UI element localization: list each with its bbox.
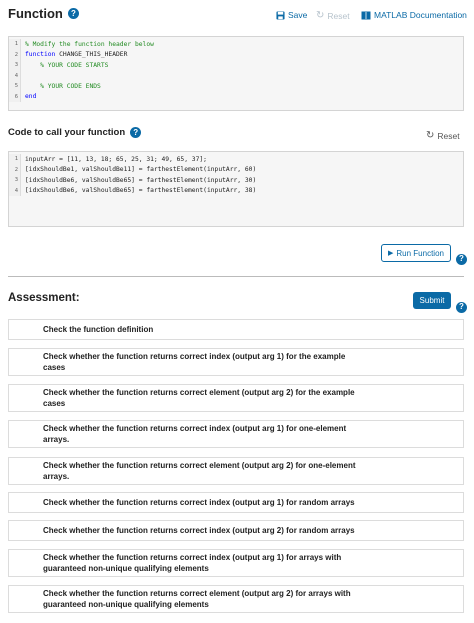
line-number: 3 xyxy=(9,60,21,71)
code-text: inputArr = [11, 13, 18; 65, 25, 31; 49, … xyxy=(21,156,207,163)
code-text: % YOUR CODE ENDS xyxy=(21,83,101,90)
line-number: 2 xyxy=(9,49,21,60)
run-function-button[interactable]: ▶ Run Function xyxy=(381,244,451,262)
check-label: Check whether the function returns corre… xyxy=(43,424,347,444)
line-number: 1 xyxy=(9,39,21,50)
line-number: 4 xyxy=(9,70,21,81)
code-text: function CHANGE_THIS_HEADER xyxy=(21,51,127,58)
code-line[interactable]: 2 [idxShouldBe1, valShouldBe11] = farthes… xyxy=(9,164,463,175)
assessment-check-item[interactable]: Check whether the function returns corre… xyxy=(8,492,464,513)
code-text: end xyxy=(21,93,36,100)
check-label: Check whether the function returns corre… xyxy=(43,388,355,408)
code-segment: % Modify the function header below xyxy=(25,40,154,48)
code-text: [idxShouldBe6, valShouldBe65] = farthest… xyxy=(21,177,256,184)
function-title: Function xyxy=(8,6,63,21)
line-number: 2 xyxy=(9,164,21,175)
line-number: 1 xyxy=(9,154,21,165)
code-segment: [idxShouldBe6, valShouldBe65] = farthest… xyxy=(25,176,257,184)
assessment-check-item[interactable]: Check whether the function returns corre… xyxy=(8,585,464,613)
code-segment: CHANGE_THIS_HEADER xyxy=(55,51,128,59)
assessment-check-item[interactable]: Check whether the function returns corre… xyxy=(8,549,464,577)
assessment-check-item[interactable]: Check whether the function returns corre… xyxy=(8,520,464,541)
call-reset-button[interactable]: ↻ Reset xyxy=(426,130,460,141)
code-text: [idxShouldBe1, valShouldBe11] = farthest… xyxy=(21,166,256,173)
code-line[interactable]: 6 end xyxy=(9,91,463,102)
code-text: [idxShouldBe6, valShouldBe65] = farthest… xyxy=(21,187,256,194)
line-number: 4 xyxy=(9,185,21,196)
code-line[interactable]: 4 [idxShouldBe6, valShouldBe65] = farthes… xyxy=(9,185,463,196)
matlab-docs-link[interactable]: MATLAB Documentation xyxy=(361,10,467,20)
submit-help: ? xyxy=(456,296,467,314)
function-code-editor[interactable]: 1% Modify the function header below 2 func… xyxy=(8,36,464,111)
help-icon[interactable]: ? xyxy=(456,301,467,313)
save-button[interactable]: Save xyxy=(276,10,307,20)
code-text: % Modify the function header below xyxy=(21,41,154,48)
code-segment: [idxShouldBe1, valShouldBe11] = farthest… xyxy=(25,166,257,174)
reset-icon: ↻ xyxy=(316,10,325,21)
code-line[interactable]: 4 xyxy=(9,70,463,81)
code-segment: % YOUR CODE ENDS xyxy=(25,82,101,90)
call-code-editor[interactable]: 1 inputArr = [11, 13, 18; 65, 25, 31; 49,… xyxy=(8,151,464,227)
check-label: Check the function definition xyxy=(43,325,154,334)
reset-label: Reset xyxy=(327,10,350,21)
save-label: Save xyxy=(288,10,308,20)
reset-label: Reset xyxy=(437,130,460,141)
code-line[interactable]: 5 % YOUR CODE ENDS xyxy=(9,81,463,92)
help-icon[interactable]: ? xyxy=(456,253,467,265)
assessment-check-item[interactable]: Check whether the function returns corre… xyxy=(8,384,464,412)
line-number: 6 xyxy=(9,91,21,102)
code-line[interactable]: 2 function CHANGE_THIS_HEADER xyxy=(9,49,463,60)
assessment-check-item[interactable]: Check whether the function returns corre… xyxy=(8,348,464,376)
check-label: Check whether the function returns corre… xyxy=(43,352,346,372)
code-segment: end xyxy=(25,93,37,101)
call-title: Code to call your function xyxy=(8,127,126,138)
code-line[interactable]: 3 % YOUR CODE STARTS xyxy=(9,60,463,71)
assessment-check-item[interactable]: Check the function definition xyxy=(8,319,464,340)
code-segment: inputArr = [11, 13, 18; 65, 25, 31; 49, … xyxy=(25,155,207,163)
code-line[interactable]: 3 [idxShouldBe6, valShouldBe65] = farthes… xyxy=(9,175,463,186)
code-line[interactable]: 1 % Modify the function header below xyxy=(9,39,463,50)
check-label: Check whether the function returns corre… xyxy=(43,461,356,481)
code-segment: [idxShouldBe6, valShouldBe65] = farthest… xyxy=(25,187,257,195)
function-title-row: Function ? xyxy=(8,6,79,21)
docs-label: MATLAB Documentation xyxy=(374,10,467,20)
check-label: Check whether the function returns corre… xyxy=(43,589,351,609)
help-icon[interactable]: ? xyxy=(67,8,79,19)
section-divider xyxy=(8,276,464,277)
call-title-row: Code to call your function ? xyxy=(8,127,142,138)
line-number: 3 xyxy=(9,175,21,186)
check-label: Check whether the function returns corre… xyxy=(43,498,355,507)
run-label: Run Function xyxy=(396,248,444,258)
submit-button[interactable]: Submit xyxy=(413,292,451,309)
play-icon: ▶ xyxy=(388,250,394,257)
check-label: Check whether the function returns corre… xyxy=(43,526,355,535)
check-label: Check whether the function returns corre… xyxy=(43,553,342,573)
assessment-check-item[interactable]: Check whether the function returns corre… xyxy=(8,420,464,448)
reset-icon: ↻ xyxy=(426,130,435,141)
assessment-title: Assessment: xyxy=(8,292,80,304)
reset-button[interactable]: ↻ Reset xyxy=(316,10,350,21)
assessment-check-item[interactable]: Check whether the function returns corre… xyxy=(8,457,464,485)
book-icon xyxy=(361,11,371,19)
run-help: ? xyxy=(456,248,467,266)
code-text: % YOUR CODE STARTS xyxy=(21,62,108,69)
code-line[interactable]: 1 inputArr = [11, 13, 18; 65, 25, 31; 49,… xyxy=(9,154,463,165)
code-segment: % YOUR CODE STARTS xyxy=(25,61,109,69)
line-number: 5 xyxy=(9,81,21,92)
help-icon[interactable]: ? xyxy=(130,127,142,138)
code-segment: function xyxy=(25,51,56,59)
save-icon xyxy=(276,10,285,20)
